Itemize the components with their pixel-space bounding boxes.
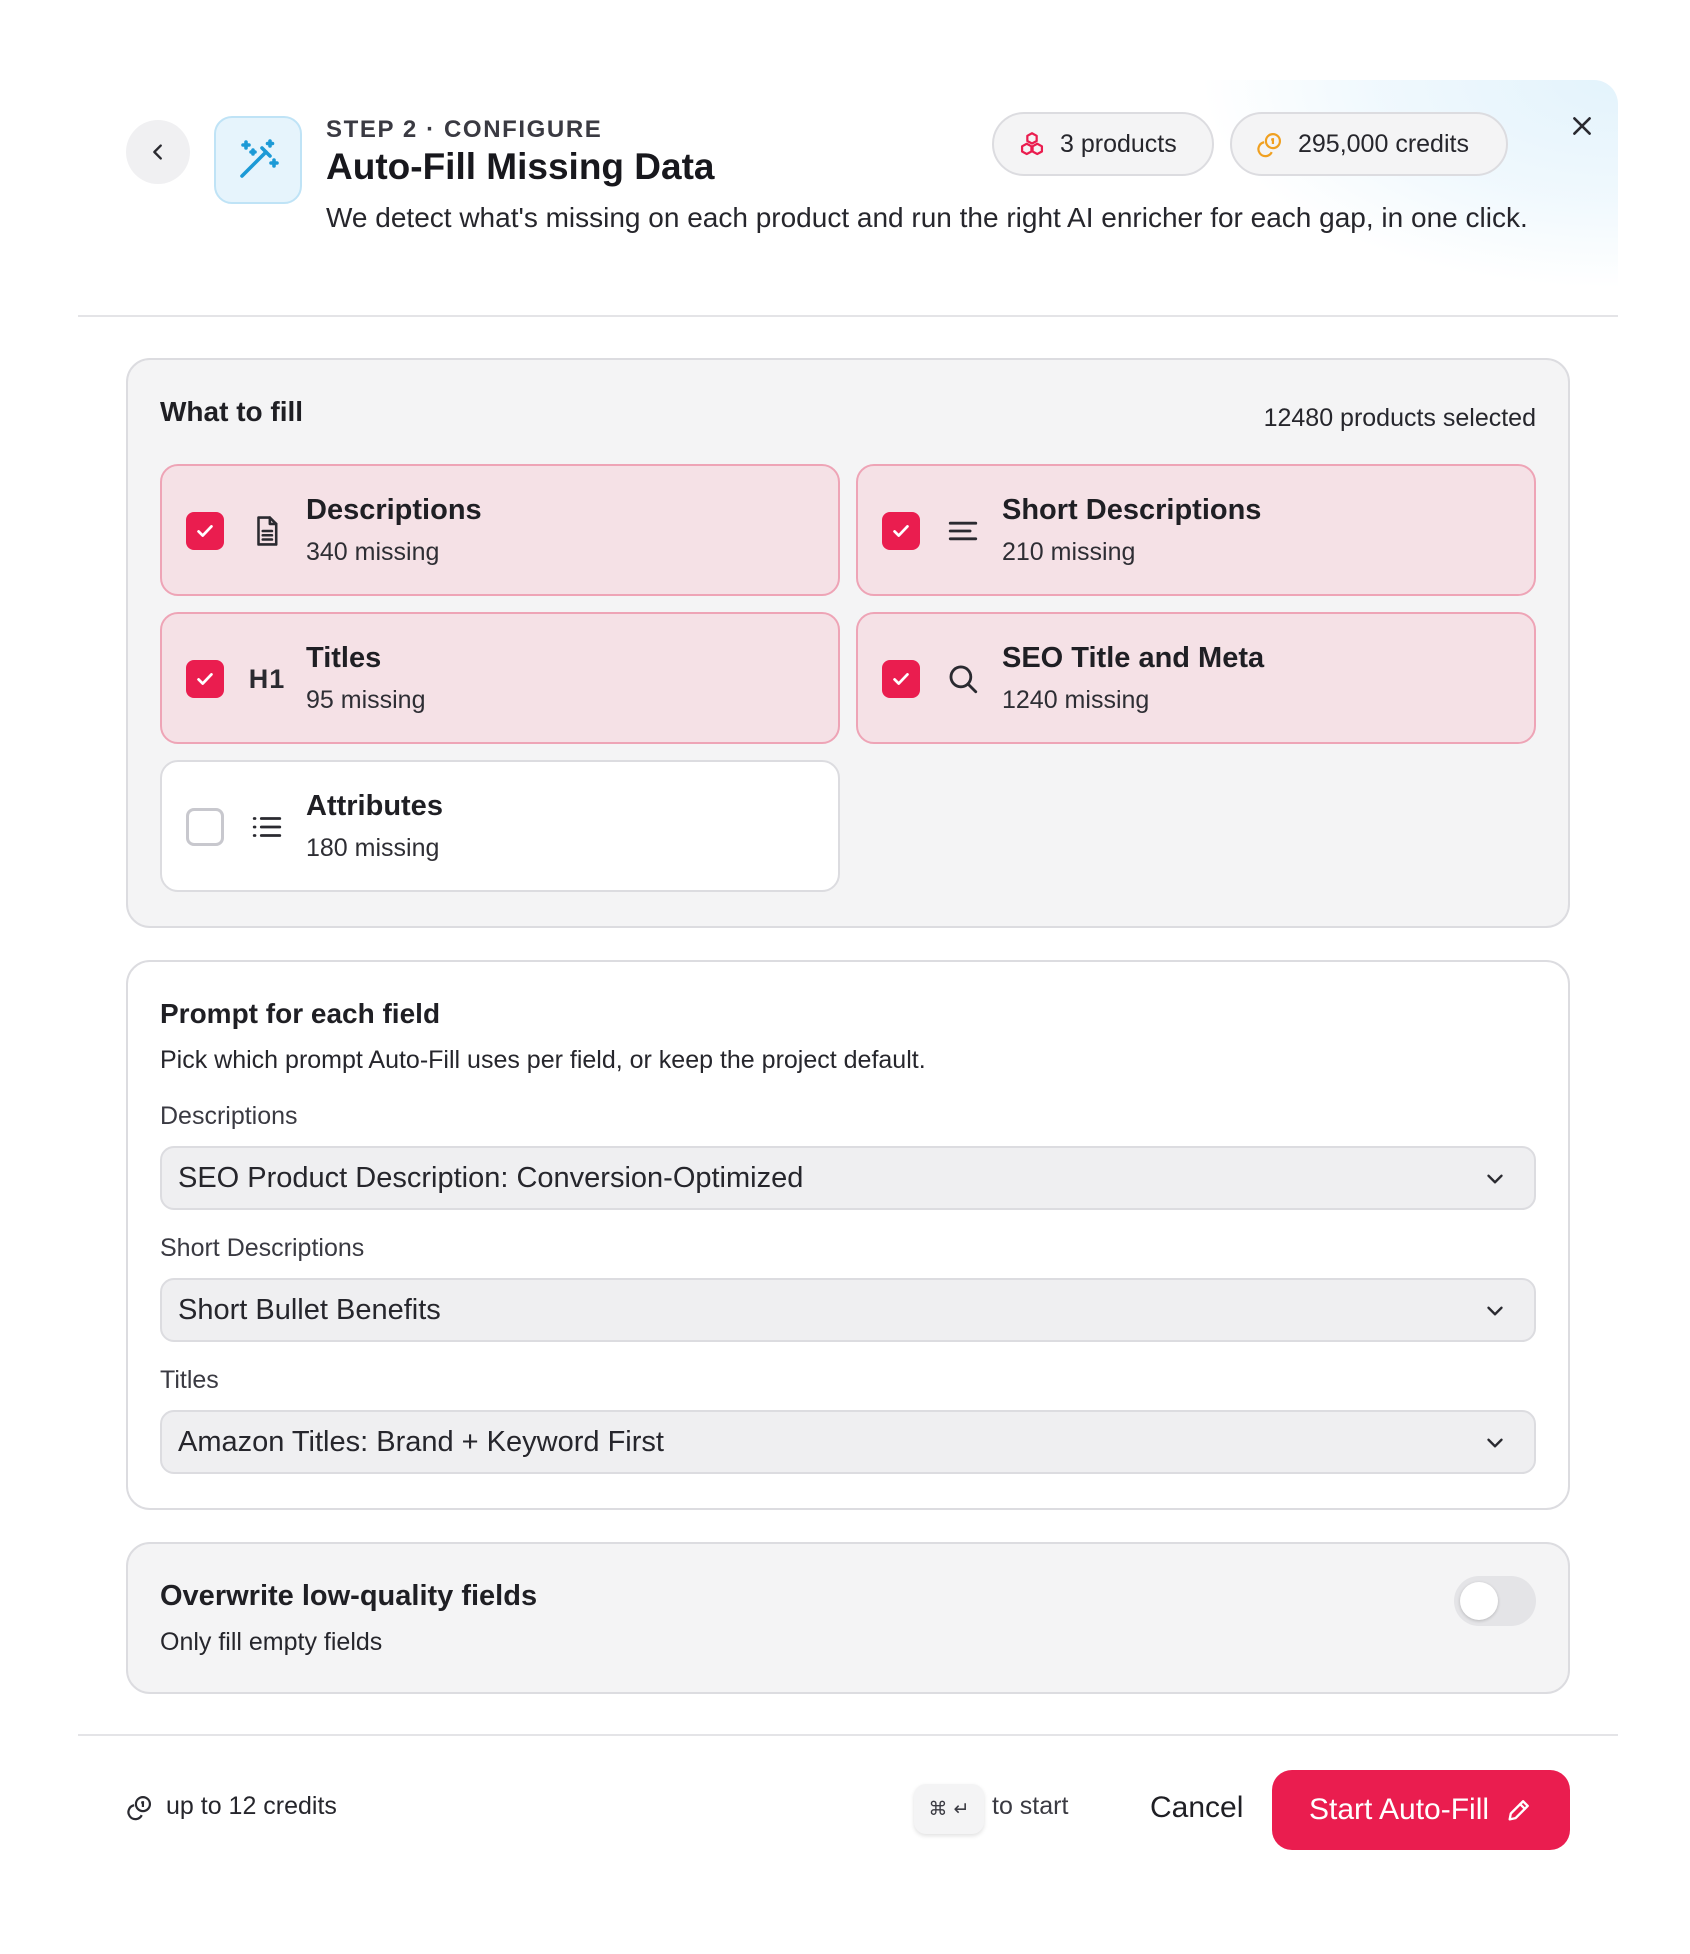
- overwrite-title: Overwrite low-quality fields: [160, 1580, 538, 1612]
- magic-wand-icon: [214, 116, 302, 204]
- shortcut-hint: to start: [992, 1792, 1069, 1820]
- field-missing-count: 95 missing: [306, 686, 426, 714]
- field-tile-seo-title-meta[interactable]: SEO Title and Meta 1240 missing: [856, 612, 1536, 744]
- step-label: STEP 2 · CONFIGURE: [326, 116, 603, 143]
- overwrite-section: Overwrite low-quality fields Only fill e…: [126, 1542, 1570, 1694]
- field-missing-count: 1240 missing: [1002, 686, 1150, 714]
- credits-balance: 295,000 credits: [1298, 129, 1469, 158]
- field-name: Titles: [306, 642, 382, 674]
- section-title: Prompt for each field: [160, 998, 441, 1029]
- coins-icon: [1257, 132, 1282, 158]
- heading-h1-icon: H1: [248, 663, 286, 694]
- check-icon: [893, 673, 909, 685]
- field-name: Attributes: [306, 790, 443, 822]
- close-icon: [1573, 117, 1591, 135]
- field-name: SEO Title and Meta: [1002, 642, 1265, 674]
- credits-badge: 295,000 credits: [1230, 112, 1508, 176]
- modal-title: Auto-Fill Missing Data: [326, 146, 715, 187]
- coins-icon: [127, 1795, 152, 1820]
- back-button[interactable]: [126, 120, 190, 184]
- select-value: Amazon Titles: Brand + Keyword First: [178, 1425, 664, 1458]
- cancel-button[interactable]: Cancel: [1126, 1776, 1267, 1840]
- field-tile-descriptions[interactable]: Descriptions 340 missing: [160, 464, 840, 596]
- selected-count: 12480 products selected: [1263, 404, 1536, 432]
- chevron-down-icon: [1487, 1438, 1503, 1448]
- what-to-fill-section: What to fill 12480 products selected Des…: [126, 358, 1570, 928]
- cubes-icon: [1020, 132, 1044, 156]
- start-button-label: Start Auto-Fill: [1308, 1793, 1490, 1826]
- document-icon: [246, 510, 288, 552]
- toggle-knob: [1460, 1582, 1498, 1620]
- short-text-icon: [942, 510, 984, 552]
- short-descriptions-prompt-select[interactable]: Short Bullet Benefits: [160, 1278, 1536, 1342]
- auto-fill-modal: STEP 2 · CONFIGURE Auto-Fill Missing Dat…: [78, 80, 1618, 1880]
- titles-prompt-select[interactable]: Amazon Titles: Brand + Keyword First: [160, 1410, 1536, 1474]
- field-tile-attributes[interactable]: Attributes 180 missing: [160, 760, 840, 892]
- select-label: Titles: [160, 1366, 219, 1394]
- overwrite-subtitle: Only fill empty fields: [160, 1628, 383, 1656]
- select-label: Short Descriptions: [160, 1234, 365, 1262]
- field-name: Short Descriptions: [1002, 494, 1262, 526]
- select-value: Short Bullet Benefits: [178, 1293, 441, 1326]
- pencil-icon: [1508, 1800, 1529, 1821]
- products-count: 3 products: [1060, 129, 1177, 158]
- overwrite-toggle[interactable]: [1454, 1576, 1536, 1626]
- titles-checkbox[interactable]: [186, 660, 224, 698]
- field-name: Descriptions: [306, 494, 482, 526]
- section-title: What to fill: [160, 396, 304, 427]
- prompt-section: Prompt for each field Pick which prompt …: [126, 960, 1570, 1510]
- chevron-down-icon: [1487, 1306, 1503, 1316]
- select-value: SEO Product Description: Conversion-Opti…: [178, 1161, 804, 1194]
- field-tile-short-descriptions[interactable]: Short Descriptions 210 missing: [856, 464, 1536, 596]
- field-tile-titles[interactable]: H1 Titles 95 missing: [160, 612, 840, 744]
- section-description: Pick which prompt Auto-Fill uses per fie…: [160, 1046, 926, 1074]
- modal-footer: up to 12 credits ⌘ ↵ to start Cancel Sta…: [78, 1734, 1618, 1880]
- field-missing-count: 210 missing: [1002, 538, 1136, 566]
- seo-checkbox[interactable]: [882, 660, 920, 698]
- products-badge: 3 products: [992, 112, 1214, 176]
- check-icon: [197, 673, 213, 685]
- cost-estimate: up to 12 credits: [126, 1792, 337, 1821]
- modal-header: STEP 2 · CONFIGURE Auto-Fill Missing Dat…: [78, 80, 1618, 317]
- field-missing-count: 180 missing: [306, 834, 440, 862]
- short-descriptions-checkbox[interactable]: [882, 512, 920, 550]
- attributes-checkbox[interactable]: [186, 808, 224, 846]
- list-icon: [246, 806, 288, 848]
- cost-text: up to 12 credits: [166, 1792, 337, 1820]
- field-missing-count: 340 missing: [306, 538, 440, 566]
- check-icon: [197, 525, 213, 537]
- check-icon: [893, 525, 909, 537]
- close-button[interactable]: [1560, 104, 1604, 148]
- keyboard-shortcut-badge: ⌘ ↵: [914, 1784, 984, 1834]
- search-icon: [942, 658, 984, 700]
- chevron-left-icon: [153, 144, 162, 160]
- chevron-down-icon: [1487, 1174, 1503, 1184]
- select-label: Descriptions: [160, 1102, 298, 1130]
- descriptions-prompt-select[interactable]: SEO Product Description: Conversion-Opti…: [160, 1146, 1536, 1210]
- start-auto-fill-button[interactable]: Start Auto-Fill: [1272, 1770, 1570, 1850]
- descriptions-checkbox[interactable]: [186, 512, 224, 550]
- modal-subtitle: We detect what's missing on each product…: [326, 202, 1528, 233]
